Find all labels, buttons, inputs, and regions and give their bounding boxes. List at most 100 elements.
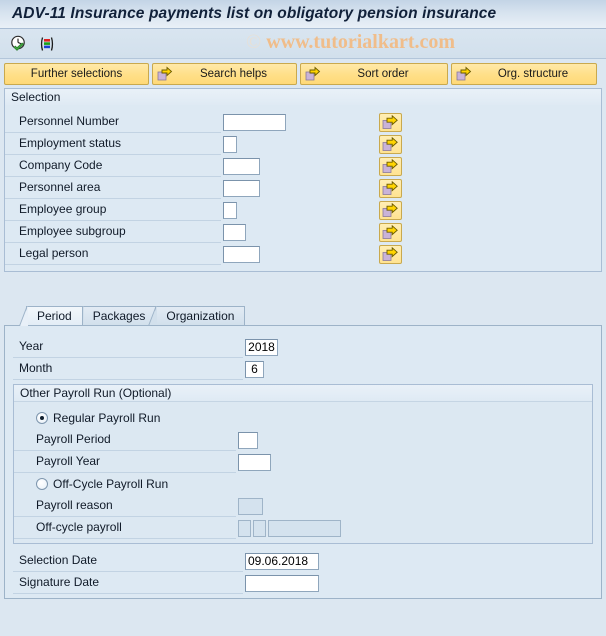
- payroll-reason-row: Payroll reason: [14, 495, 592, 517]
- selection-field-row: Personnel Number: [5, 111, 601, 133]
- selection-panel-body: Personnel Number Employment status Company…: [4, 105, 602, 272]
- other-payroll-run-group-body: Regular Payroll Run Payroll Period Payro…: [14, 402, 592, 543]
- yellow-arrow-icon: [382, 180, 398, 195]
- window-title-bar: ADV-11 Insurance payments list on obliga…: [0, 0, 606, 29]
- off-cycle-payroll-input-1[interactable]: [238, 519, 251, 537]
- regular-payroll-run-radio[interactable]: [36, 412, 48, 424]
- yellow-arrow-icon: [157, 66, 173, 82]
- off-cycle-payroll-input-2[interactable]: [253, 519, 266, 537]
- selection-field-row: Company Code: [5, 155, 601, 177]
- multiple-selection-arrow-button[interactable]: [379, 134, 402, 154]
- watermark-copyright-symbol: ©: [246, 31, 262, 53]
- year-label: Year: [13, 336, 243, 358]
- signature-date-label: Signature Date: [13, 572, 243, 594]
- yellow-arrow-icon: [456, 66, 472, 82]
- signature-date-row: Signature Date: [13, 572, 593, 594]
- signature-date-input[interactable]: [245, 574, 319, 592]
- yellow-arrow-icon: [382, 246, 398, 261]
- payroll-reason-input[interactable]: [238, 497, 263, 515]
- tab-label: Packages: [92, 309, 146, 323]
- tab-period[interactable]: Period: [20, 306, 83, 326]
- tab-organization[interactable]: Organization: [149, 306, 246, 326]
- watermark-text: www.tutorialkart.com: [266, 31, 456, 53]
- multiple-selection-arrow-button[interactable]: [379, 112, 402, 132]
- off-cycle-payroll-label: Off-cycle payroll: [14, 517, 236, 539]
- selection-field-input[interactable]: [223, 223, 246, 241]
- tab-packages[interactable]: Packages: [75, 306, 157, 326]
- selection-date-label: Selection Date: [13, 550, 243, 572]
- payroll-period-label: Payroll Period: [14, 429, 236, 451]
- org-structure-label: Org. structure: [497, 68, 569, 80]
- action-button-row: Further selections Search helps Sort ord…: [4, 63, 602, 85]
- other-payroll-run-group-header: Other Payroll Run (Optional): [14, 385, 592, 402]
- selection-field-label: Company Code: [5, 155, 221, 177]
- multiple-selection-arrow-button[interactable]: [379, 178, 402, 198]
- month-input[interactable]: [245, 360, 264, 378]
- year-input[interactable]: [245, 338, 278, 356]
- sort-order-button[interactable]: Sort order: [300, 63, 448, 85]
- tab-label: Organization: [166, 309, 235, 323]
- selection-field-input[interactable]: [223, 245, 260, 263]
- selection-field-input[interactable]: [223, 157, 260, 175]
- month-row: Month: [13, 358, 593, 380]
- month-label: Month: [13, 358, 243, 380]
- selection-field-label: Personnel Number: [5, 111, 221, 133]
- payroll-year-input[interactable]: [238, 453, 271, 471]
- off-cycle-payroll-input-3[interactable]: [268, 519, 341, 537]
- payroll-year-label: Payroll Year: [14, 451, 236, 473]
- tab-strip: Period Packages Organization: [4, 305, 602, 326]
- selection-field-row: Employee group: [5, 199, 601, 221]
- selection-field-input[interactable]: [223, 113, 286, 131]
- off-cycle-payroll-row: Off-cycle payroll: [14, 517, 592, 539]
- tab-label: Period: [37, 309, 72, 323]
- selection-date-row: Selection Date: [13, 550, 593, 572]
- variant-list-icon[interactable]: [36, 33, 58, 55]
- selection-field-input[interactable]: [223, 201, 237, 219]
- selection-field-label: Legal person: [5, 243, 221, 265]
- regular-payroll-run-label: Regular Payroll Run: [53, 411, 161, 425]
- multiple-selection-arrow-button[interactable]: [379, 222, 402, 242]
- watermark: © www.tutorialkart.com: [246, 31, 455, 54]
- selection-field-label: Personnel area: [5, 177, 221, 199]
- yellow-arrow-icon: [382, 224, 398, 239]
- off-cycle-payroll-run-radio[interactable]: [36, 478, 48, 490]
- selection-field-label: Employee subgroup: [5, 221, 221, 243]
- selection-field-input[interactable]: [223, 179, 260, 197]
- off-cycle-payroll-run-row[interactable]: Off-Cycle Payroll Run: [14, 473, 592, 495]
- selection-field-input[interactable]: [223, 135, 237, 153]
- selection-field-label: Employee group: [5, 199, 221, 221]
- yellow-arrow-icon: [382, 158, 398, 173]
- period-tab-panel: Year Month Other Payroll Run (Optional) …: [4, 325, 602, 599]
- payroll-year-row: Payroll Year: [14, 451, 592, 473]
- payroll-period-input[interactable]: [238, 431, 258, 449]
- multiple-selection-arrow-button[interactable]: [379, 200, 402, 220]
- yellow-arrow-icon: [305, 66, 321, 82]
- org-structure-button[interactable]: Org. structure: [451, 63, 597, 85]
- selection-panel-title: Selection: [11, 90, 61, 104]
- multiple-selection-arrow-button[interactable]: [379, 244, 402, 264]
- further-selections-button[interactable]: Further selections: [4, 63, 149, 85]
- selection-field-row: Personnel area: [5, 177, 601, 199]
- application-toolbar: © www.tutorialkart.com: [0, 29, 606, 59]
- selection-field-row: Legal person: [5, 243, 601, 265]
- selection-field-row: Employment status: [5, 133, 601, 155]
- selection-field-label: Employment status: [5, 133, 221, 155]
- multiple-selection-arrow-button[interactable]: [379, 156, 402, 176]
- search-helps-label: Search helps: [199, 68, 268, 80]
- regular-payroll-run-row[interactable]: Regular Payroll Run: [14, 407, 592, 429]
- payroll-period-row: Payroll Period: [14, 429, 592, 451]
- selection-field-row: Employee subgroup: [5, 221, 601, 243]
- execute-clock-icon[interactable]: [8, 33, 30, 55]
- other-payroll-run-title: Other Payroll Run (Optional): [20, 386, 172, 400]
- selection-panel-header: Selection: [4, 88, 602, 105]
- further-selections-label: Further selections: [30, 68, 123, 80]
- sort-order-label: Sort order: [357, 68, 409, 80]
- search-helps-button[interactable]: Search helps: [152, 63, 297, 85]
- other-payroll-run-group: Other Payroll Run (Optional) Regular Pay…: [13, 384, 593, 544]
- payroll-reason-label: Payroll reason: [14, 495, 236, 517]
- page-title: ADV-11 Insurance payments list on obliga…: [12, 5, 497, 22]
- yellow-arrow-icon: [382, 136, 398, 151]
- yellow-arrow-icon: [382, 114, 398, 129]
- off-cycle-payroll-run-label: Off-Cycle Payroll Run: [53, 477, 169, 491]
- selection-date-input[interactable]: [245, 552, 319, 570]
